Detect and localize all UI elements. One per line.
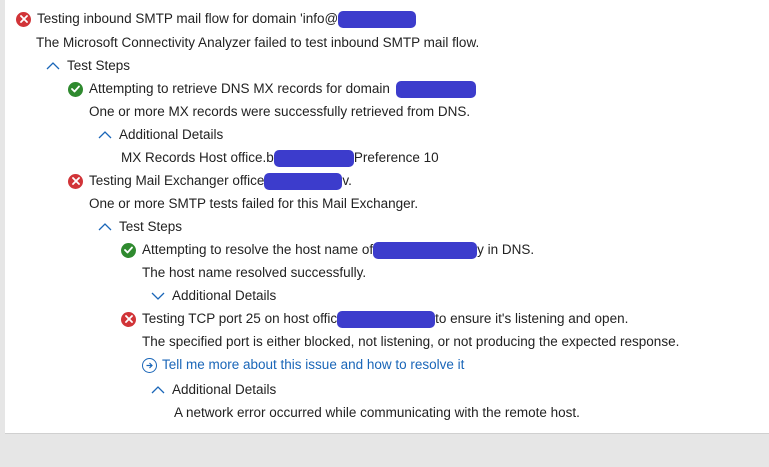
main-result-row: Testing inbound SMTP mail flow for domai…: [16, 9, 417, 29]
resolve-host-message: The host name resolved successfully.: [142, 263, 366, 283]
dns-mx-details-text: MX Records Host office.b Preference 10: [121, 148, 439, 168]
tcp-port-step: Testing TCP port 25 on host offic to ens…: [121, 309, 628, 329]
chevron-up-icon[interactable]: [97, 129, 113, 141]
mail-exchanger-step: Testing Mail Exchanger office v.: [68, 171, 352, 191]
mx-records-suffix: Preference 10: [353, 150, 439, 165]
tcp-port-title-prefix: Testing TCP port 25 on host offic: [142, 311, 338, 326]
main-message-text: The Microsoft Connectivity Analyzer fail…: [36, 35, 480, 50]
chevron-up-icon[interactable]: [150, 384, 166, 396]
tcp-port-details-toggle[interactable]: Additional Details: [150, 380, 276, 400]
arrow-circle-right-icon[interactable]: [142, 357, 157, 373]
additional-details-label[interactable]: Additional Details: [172, 380, 276, 400]
chevron-up-icon[interactable]: [97, 221, 113, 233]
test-steps-label[interactable]: Test Steps: [67, 56, 130, 76]
success-icon: [68, 81, 83, 97]
success-icon: [121, 242, 136, 258]
tcp-port-details-text: A network error occurred while communica…: [174, 403, 580, 423]
redacted-block: [273, 149, 354, 167]
error-icon: [16, 11, 31, 27]
redacted-block: [373, 241, 478, 259]
tell-me-more-link-text[interactable]: Tell me more about this issue and how to…: [162, 355, 464, 375]
mail-exchanger-title-suffix: v.: [342, 173, 352, 188]
resolve-host-step: Attempting to resolve the host name of y…: [121, 240, 534, 260]
redacted-block: [338, 10, 417, 28]
resolve-host-title-suffix: y in DNS.: [477, 242, 535, 257]
redacted-block: [337, 310, 436, 328]
redacted-block: [395, 80, 476, 98]
resolve-host-details-toggle[interactable]: Additional Details: [150, 286, 276, 306]
error-icon: [121, 311, 136, 327]
results-panel: Testing inbound SMTP mail flow for domai…: [5, 0, 769, 434]
resolve-host-title-prefix: Attempting to resolve the host name of: [142, 242, 374, 257]
chevron-down-icon[interactable]: [150, 290, 166, 302]
additional-details-label[interactable]: Additional Details: [119, 125, 223, 145]
network-error-text: A network error occurred while communica…: [174, 405, 580, 420]
tcp-port-message: The specified port is either blocked, no…: [142, 332, 679, 352]
dns-mx-title: Attempting to retrieve DNS MX records fo…: [89, 81, 390, 96]
redacted-block: [264, 172, 343, 190]
dns-mx-step: Attempting to retrieve DNS MX records fo…: [68, 79, 476, 99]
mail-exchanger-title-prefix: Testing Mail Exchanger office: [89, 173, 265, 188]
dns-mx-details-toggle[interactable]: Additional Details: [97, 125, 223, 145]
dns-mx-message: One or more MX records were successfully…: [89, 102, 470, 122]
test-steps-toggle[interactable]: Test Steps: [45, 56, 130, 76]
chevron-up-icon[interactable]: [45, 60, 61, 72]
tcp-port-title-suffix: to ensure it's listening and open.: [435, 311, 629, 326]
tell-me-more-link[interactable]: Tell me more about this issue and how to…: [142, 355, 464, 375]
mail-exchanger-message-text: One or more SMTP tests failed for this M…: [89, 196, 419, 211]
main-result-title: Testing inbound SMTP mail flow for domai…: [37, 11, 339, 26]
additional-details-label[interactable]: Additional Details: [172, 286, 276, 306]
tcp-port-message-text: The specified port is either blocked, no…: [142, 334, 680, 349]
mail-exchanger-test-steps-toggle[interactable]: Test Steps: [97, 217, 182, 237]
mx-records-prefix: MX Records Host office.b: [121, 150, 274, 165]
dns-mx-message-text: One or more MX records were successfully…: [89, 104, 471, 119]
test-steps-label[interactable]: Test Steps: [119, 217, 182, 237]
resolve-host-message-text: The host name resolved successfully.: [142, 265, 367, 280]
mail-exchanger-message: One or more SMTP tests failed for this M…: [89, 194, 418, 214]
error-icon: [68, 173, 83, 189]
main-result-message: The Microsoft Connectivity Analyzer fail…: [36, 33, 479, 53]
